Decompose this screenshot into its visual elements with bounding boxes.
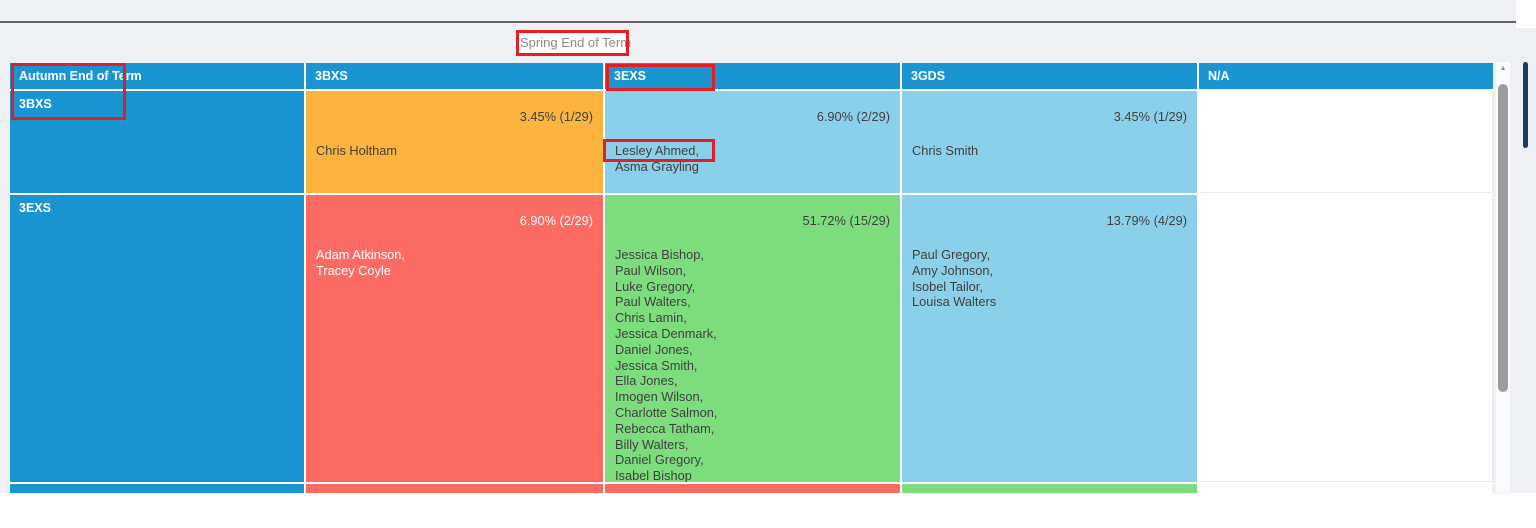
top-divider-line bbox=[0, 21, 1516, 23]
cell-percentage bbox=[1199, 91, 1492, 109]
column-header-na[interactable]: N/A bbox=[1199, 63, 1493, 89]
cell-percentage: 6.90% (2/29) bbox=[519, 213, 593, 228]
matrix-cell-partial-3exs[interactable] bbox=[605, 484, 900, 493]
cell-percentage: 6.90% (2/29) bbox=[816, 109, 890, 124]
row-header-partial[interactable] bbox=[10, 484, 304, 493]
matrix-cell-3exs-to-3bxs[interactable]: 6.90% (2/29) Adam Atkinson, Tracey Coyle bbox=[306, 195, 603, 482]
cell-student-names: Adam Atkinson, Tracey Coyle bbox=[316, 247, 405, 278]
matrix-cell-partial-na[interactable] bbox=[1199, 484, 1493, 493]
cell-percentage: 3.45% (1/29) bbox=[519, 109, 593, 124]
column-header-3gds[interactable]: 3GDS bbox=[902, 63, 1197, 89]
matrix-cell-3bxs-to-3gds[interactable]: 3.45% (1/29) Chris Smith bbox=[902, 91, 1197, 193]
matrix-cell-3exs-to-3gds[interactable]: 13.79% (4/29) Paul Gregory, Amy Johnson,… bbox=[902, 195, 1197, 482]
outer-scrollbar-thumb[interactable] bbox=[1523, 62, 1528, 148]
matrix-cell-3bxs-to-3bxs[interactable]: 3.45% (1/29) Chris Holtham bbox=[306, 91, 603, 193]
scroll-up-arrow-icon[interactable]: ▲ bbox=[1496, 65, 1510, 72]
cell-student-names: Jessica Bishop, Paul Wilson, Luke Gregor… bbox=[615, 247, 718, 482]
cell-student-names: Chris Smith bbox=[912, 143, 979, 158]
scrollbar-thumb[interactable] bbox=[1498, 84, 1508, 392]
row-header-3bxs[interactable]: 3BXS bbox=[10, 91, 304, 193]
vertical-scrollbar[interactable]: ▲ bbox=[1496, 62, 1510, 492]
corner-header-autumn-end-of-term[interactable]: Autumn End of Term bbox=[10, 63, 304, 89]
column-header-3bxs[interactable]: 3BXS bbox=[306, 63, 603, 89]
row-header-3exs[interactable]: 3EXS bbox=[10, 195, 304, 482]
matrix-cell-partial-3bxs[interactable] bbox=[306, 484, 603, 493]
cell-student-names: Lesley Ahmed, Asma Grayling bbox=[615, 143, 699, 174]
matrix-cell-3bxs-to-na[interactable] bbox=[1199, 91, 1493, 193]
cell-percentage bbox=[1199, 195, 1492, 213]
matrix-cell-3exs-to-3exs[interactable]: 51.72% (15/29) Jessica Bishop, Paul Wils… bbox=[605, 195, 900, 482]
cell-percentage: 51.72% (15/29) bbox=[802, 213, 890, 228]
top-right-corner bbox=[1516, 0, 1536, 28]
cell-percentage: 3.45% (1/29) bbox=[1113, 109, 1187, 124]
term-selector-label[interactable]: Spring End of Term bbox=[517, 31, 631, 55]
matrix-cell-3bxs-to-3exs[interactable]: 6.90% (2/29) Lesley Ahmed, Asma Grayling bbox=[605, 91, 900, 193]
cell-percentage: 13.79% (4/29) bbox=[1106, 213, 1187, 228]
cell-student-names: Chris Holtham bbox=[316, 143, 398, 158]
matrix-cell-3exs-to-na[interactable] bbox=[1199, 195, 1493, 482]
cell-student-names: Paul Gregory, Amy Johnson, Isobel Tailor… bbox=[912, 247, 997, 310]
column-header-3exs[interactable]: 3EXS bbox=[605, 63, 900, 89]
matrix-cell-partial-3gds[interactable] bbox=[902, 484, 1197, 493]
transition-matrix-table: Autumn End of Term 3BXS 3EXS 3GDS N/A 3B… bbox=[10, 63, 1493, 493]
